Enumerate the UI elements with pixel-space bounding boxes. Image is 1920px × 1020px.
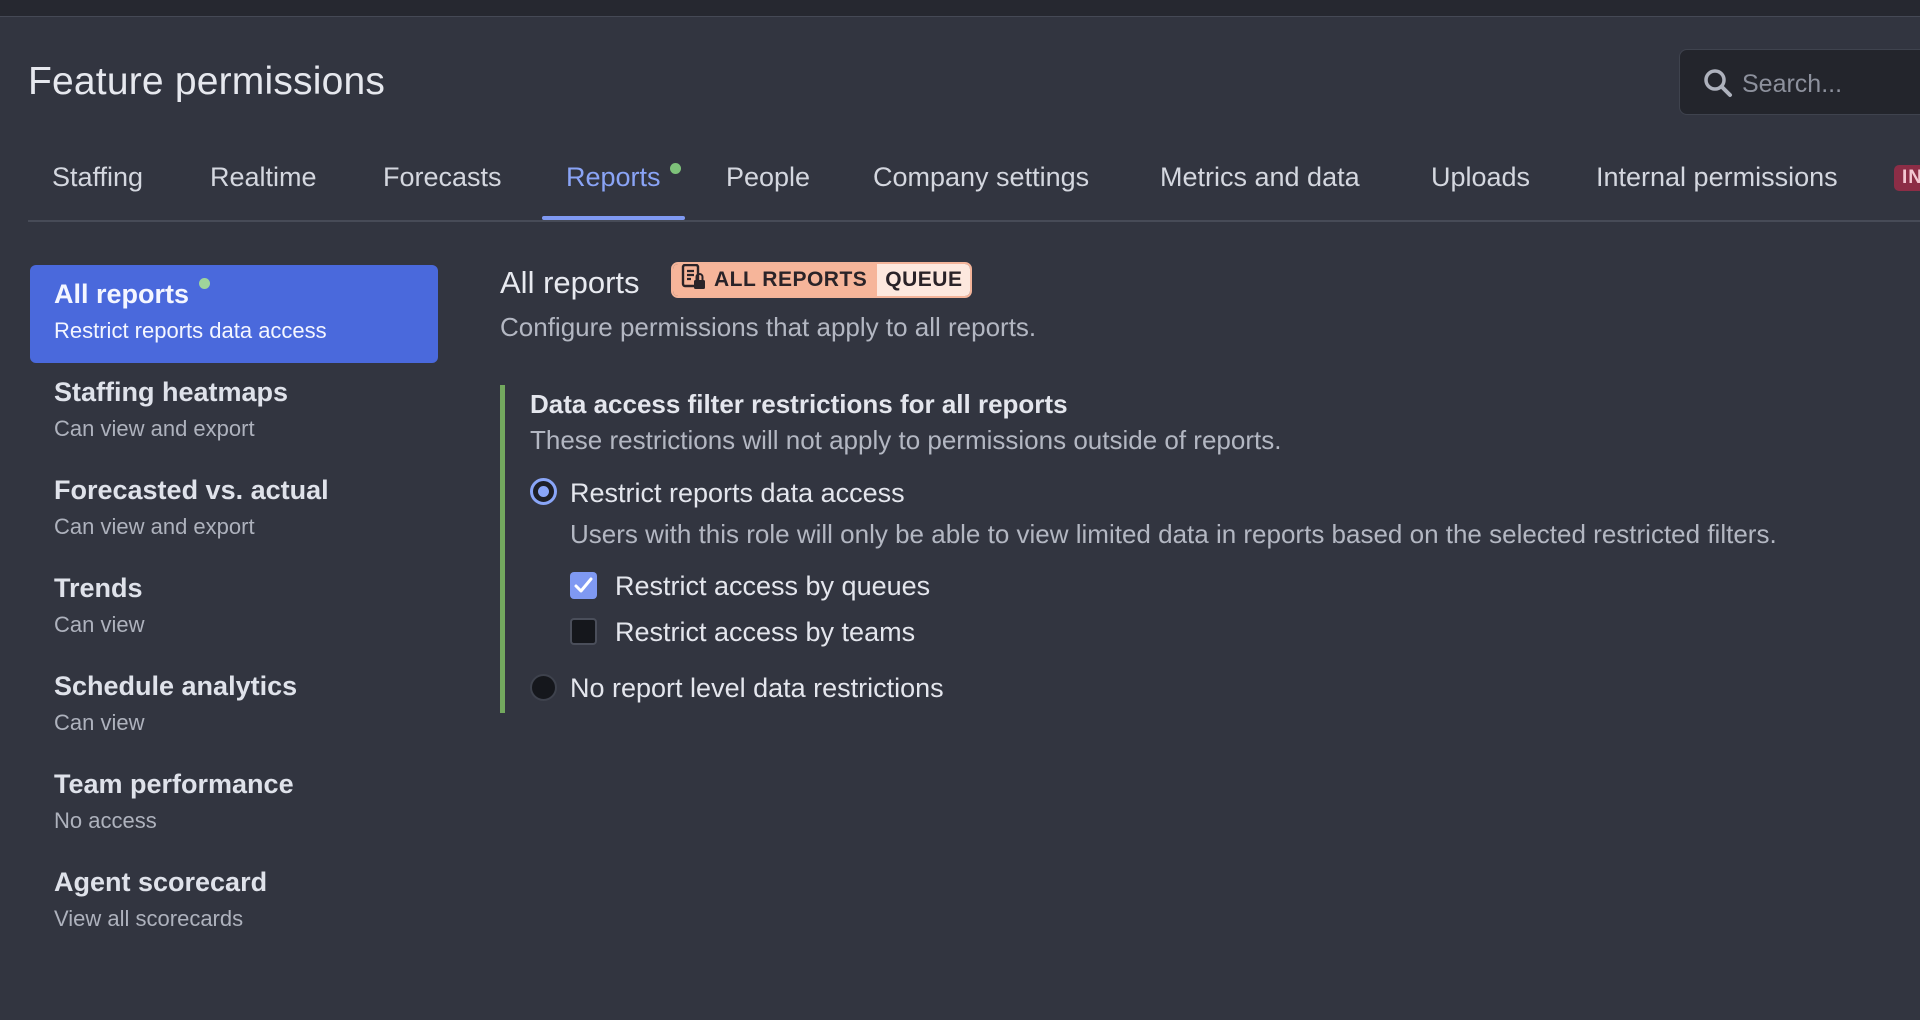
tab-reports[interactable]: Reports [542, 150, 684, 220]
scope-badge-right: QUEUE [877, 264, 971, 296]
top-bar [0, 0, 1920, 17]
sidebar-item-title-text: All reports [54, 279, 190, 309]
sidebar-item-subtitle: Restrict reports data access [54, 318, 327, 343]
sidebar-item-staffing-heatmaps[interactable]: Staffing heatmaps Can view and export [30, 363, 438, 461]
feature-tabs: Staffing Realtime Forecasts Reports Peop… [28, 150, 1920, 222]
tab-realtime[interactable]: Realtime [210, 150, 317, 218]
sidebar-item-subtitle: Can view [54, 710, 145, 735]
restrict-by-queues-checkbox[interactable] [570, 572, 597, 599]
all-reports-status-dot [198, 278, 210, 289]
restrict-reports-label[interactable]: Restrict reports data access [570, 478, 905, 509]
sidebar-item-subtitle: No access [54, 808, 157, 833]
internal-badge: INTE [1894, 165, 1920, 191]
sidebar: All reports Restrict reports data access… [30, 265, 438, 951]
sidebar-item-title: Agent scorecard [54, 867, 268, 897]
sidebar-item-forecasted-vs-actual[interactable]: Forecasted vs. actual Can view and expor… [30, 461, 438, 559]
tab-uploads[interactable]: Uploads [1431, 150, 1530, 218]
restrict-reports-description: Users with this role will only be able t… [570, 519, 1777, 549]
tab-company-settings[interactable]: Company settings [873, 150, 1089, 218]
sidebar-item-subtitle: Can view and export [54, 514, 255, 539]
sidebar-item-title: Team performance [54, 769, 294, 799]
sidebar-item-title: Schedule analytics [54, 671, 298, 701]
restrict-by-teams-checkbox[interactable] [570, 618, 597, 645]
scope-badge-left-text: ALL REPORTS [714, 268, 868, 291]
sidebar-item-subtitle: Can view [54, 612, 145, 637]
data-access-section: Data access filter restrictions for all … [500, 385, 1920, 713]
page-title: Feature permissions [28, 60, 386, 103]
section-heading: All reports [500, 265, 640, 300]
reports-status-dot [670, 163, 681, 174]
sidebar-item-agent-scorecard[interactable]: Agent scorecard View all scorecards [30, 853, 438, 951]
no-restrictions-radio[interactable] [530, 674, 557, 701]
sidebar-item-title: Staffing heatmaps [54, 377, 289, 407]
data-access-title: Data access filter restrictions for all … [530, 389, 1068, 419]
sidebar-item-trends[interactable]: Trends Can view [30, 559, 438, 657]
report-lock-icon [681, 264, 707, 296]
sidebar-item-subtitle: Can view and export [54, 416, 255, 441]
tab-forecasts[interactable]: Forecasts [383, 150, 502, 218]
tab-people[interactable]: People [726, 150, 810, 218]
restrict-reports-radio[interactable] [530, 478, 557, 505]
scope-badge: ALL REPORTS QUEUE [671, 262, 973, 298]
sidebar-item-title: All reports [54, 278, 438, 310]
sidebar-item-team-performance[interactable]: Team performance No access [30, 755, 438, 853]
no-restrictions-label[interactable]: No report level data restrictions [570, 673, 944, 704]
data-access-description: These restrictions will not apply to per… [530, 425, 1282, 455]
search-input[interactable]: Search... [1679, 49, 1920, 115]
scope-badge-left: ALL REPORTS [673, 264, 878, 296]
restrict-by-queues-label[interactable]: Restrict access by queues [615, 571, 930, 602]
sidebar-item-subtitle: View all scorecards [54, 906, 244, 931]
sidebar-item-title: Trends [54, 573, 143, 603]
search-icon [1702, 67, 1734, 99]
tab-staffing[interactable]: Staffing [52, 150, 143, 218]
tab-reports-label: Reports [566, 162, 661, 192]
search-placeholder: Search... [1742, 70, 1843, 98]
tab-metrics-and-data[interactable]: Metrics and data [1160, 150, 1360, 218]
sidebar-item-title: Forecasted vs. actual [54, 475, 329, 505]
sidebar-item-all-reports[interactable]: All reports Restrict reports data access [30, 265, 438, 363]
sidebar-item-schedule-analytics[interactable]: Schedule analytics Can view [30, 657, 438, 755]
tab-internal-permissions[interactable]: Internal permissions [1596, 150, 1838, 218]
restrict-by-teams-label[interactable]: Restrict access by teams [615, 617, 915, 648]
section-description: Configure permissions that apply to all … [500, 312, 1037, 342]
